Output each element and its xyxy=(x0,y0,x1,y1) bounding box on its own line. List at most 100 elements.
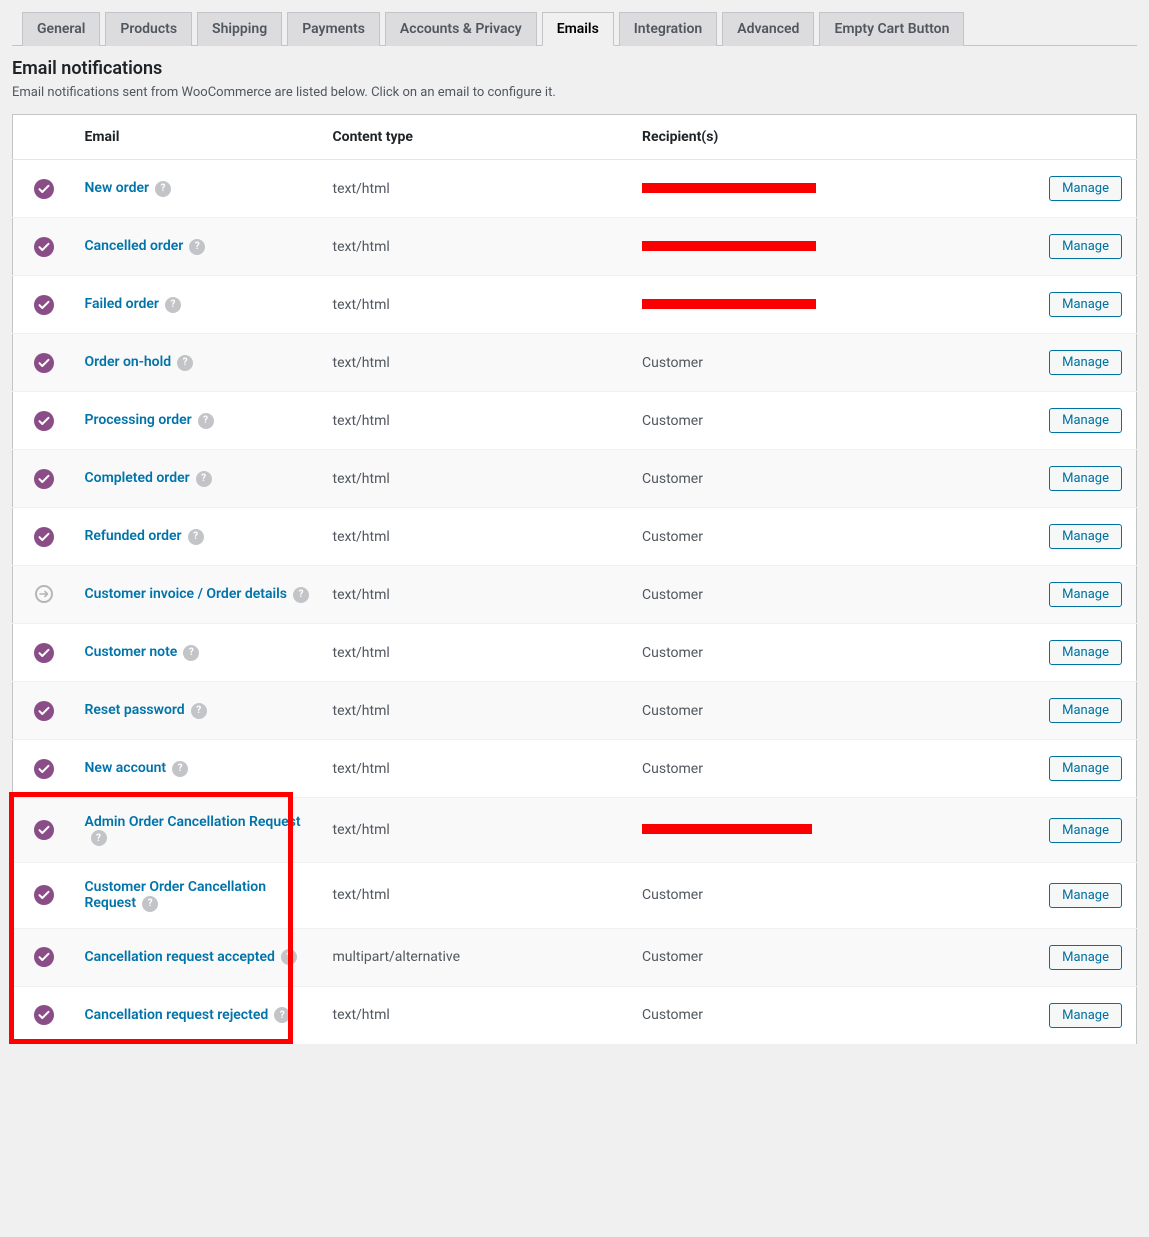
help-icon[interactable]: ? xyxy=(155,181,171,197)
email-link[interactable]: Completed order xyxy=(85,470,190,486)
status-enabled-icon xyxy=(34,885,54,905)
manage-button[interactable]: Manage xyxy=(1049,234,1122,259)
recipient-cell: Customer xyxy=(632,928,1039,986)
redacted-recipient xyxy=(642,824,812,834)
manage-button[interactable]: Manage xyxy=(1049,640,1122,665)
email-link[interactable]: Customer Order Cancellation Request xyxy=(85,879,267,911)
table-row: Customer Order Cancellation Request?text… xyxy=(13,863,1137,928)
status-enabled-icon xyxy=(34,179,54,199)
email-link[interactable]: Processing order xyxy=(85,412,192,428)
email-link[interactable]: Reset password xyxy=(85,702,185,718)
content-type-cell: text/html xyxy=(323,160,633,218)
tab-advanced[interactable]: Advanced xyxy=(722,12,814,46)
table-row: New order? text/html Manage xyxy=(13,160,1137,218)
manage-button[interactable]: Manage xyxy=(1049,818,1122,843)
email-link[interactable]: New account xyxy=(85,760,167,776)
section-title: Email notifications xyxy=(12,58,1137,79)
email-link[interactable]: Customer note xyxy=(85,644,178,660)
manage-button[interactable]: Manage xyxy=(1049,945,1122,970)
help-icon[interactable]: ? xyxy=(198,413,214,429)
tab-integration[interactable]: Integration xyxy=(619,12,717,46)
tab-products[interactable]: Products xyxy=(105,12,192,46)
help-icon[interactable]: ? xyxy=(91,830,107,846)
content-type-cell: text/html xyxy=(323,624,633,682)
manage-button[interactable]: Manage xyxy=(1049,883,1122,908)
col-status xyxy=(13,115,75,160)
content-type-cell: text/html xyxy=(323,986,633,1044)
manage-button[interactable]: Manage xyxy=(1049,698,1122,723)
table-row: Completed order?text/htmlCustomerManage xyxy=(13,450,1137,508)
recipient-cell xyxy=(632,798,1039,863)
manage-button[interactable]: Manage xyxy=(1049,350,1122,375)
col-content-type: Content type xyxy=(323,115,633,160)
manage-button[interactable]: Manage xyxy=(1049,756,1122,781)
manage-button[interactable]: Manage xyxy=(1049,582,1122,607)
status-enabled-icon xyxy=(34,353,54,373)
email-link[interactable]: Order on-hold xyxy=(85,354,172,370)
status-enabled-icon xyxy=(34,469,54,489)
table-row: Cancellation request accepted? multipart/… xyxy=(13,928,1137,986)
content-type-cell: text/html xyxy=(323,798,633,863)
col-action xyxy=(1039,115,1136,160)
status-enabled-icon xyxy=(34,1005,54,1025)
manage-button[interactable]: Manage xyxy=(1049,408,1122,433)
col-recipients: Recipient(s) xyxy=(632,115,1039,160)
table-row: Reset password?text/htmlCustomerManage xyxy=(13,682,1137,740)
recipient-cell: Customer xyxy=(632,334,1039,392)
status-enabled-icon xyxy=(34,237,54,257)
manage-button[interactable]: Manage xyxy=(1049,292,1122,317)
table-row: Failed order?text/htmlManage xyxy=(13,276,1137,334)
settings-tabs: GeneralProductsShippingPaymentsAccounts … xyxy=(12,12,1137,46)
help-icon[interactable]: ? xyxy=(188,529,204,545)
recipient-cell: Customer xyxy=(632,740,1039,798)
help-icon[interactable]: ? xyxy=(177,355,193,371)
status-enabled-icon xyxy=(34,643,54,663)
tab-shipping[interactable]: Shipping xyxy=(197,12,282,46)
email-link[interactable]: Cancellation request rejected xyxy=(85,1007,269,1023)
help-icon[interactable]: ? xyxy=(281,949,297,965)
status-enabled-icon xyxy=(34,759,54,779)
help-icon[interactable]: ? xyxy=(165,297,181,313)
table-row: Processing order?text/htmlCustomerManage xyxy=(13,392,1137,450)
help-icon[interactable]: ? xyxy=(189,239,205,255)
table-row: Cancelled order?text/htmlManage xyxy=(13,218,1137,276)
help-icon[interactable]: ? xyxy=(191,703,207,719)
redacted-recipient xyxy=(642,299,816,309)
help-icon[interactable]: ? xyxy=(293,587,309,603)
content-type-cell: text/html xyxy=(323,566,633,624)
help-icon[interactable]: ? xyxy=(196,471,212,487)
email-link[interactable]: Refunded order xyxy=(85,528,182,544)
email-link[interactable]: Cancelled order xyxy=(85,238,184,254)
recipient-cell: Customer xyxy=(632,392,1039,450)
col-email: Email xyxy=(75,115,323,160)
manage-button[interactable]: Manage xyxy=(1049,176,1122,201)
manage-button[interactable]: Manage xyxy=(1049,1003,1122,1028)
help-icon[interactable]: ? xyxy=(183,645,199,661)
manage-button[interactable]: Manage xyxy=(1049,524,1122,549)
tab-accounts-privacy[interactable]: Accounts & Privacy xyxy=(385,12,537,46)
redacted-recipient xyxy=(642,241,816,251)
email-link[interactable]: Failed order xyxy=(85,296,159,312)
help-icon[interactable]: ? xyxy=(142,896,158,912)
email-link[interactable]: Admin Order Cancellation Request xyxy=(85,814,301,830)
table-row: Cancellation request rejected?text/htmlC… xyxy=(13,986,1137,1044)
email-link[interactable]: Cancellation request accepted xyxy=(85,949,275,965)
tab-payments[interactable]: Payments xyxy=(287,12,380,46)
content-type-cell: text/html xyxy=(323,508,633,566)
email-link[interactable]: New order xyxy=(85,180,150,196)
recipient-cell: Customer xyxy=(632,863,1039,928)
recipient-cell xyxy=(632,276,1039,334)
recipient-cell xyxy=(632,218,1039,276)
recipient-cell: Customer xyxy=(632,566,1039,624)
help-icon[interactable]: ? xyxy=(172,761,188,777)
tab-general[interactable]: General xyxy=(22,12,100,46)
help-icon[interactable]: ? xyxy=(274,1007,290,1023)
content-type-cell: multipart/alternative xyxy=(323,928,633,986)
status-enabled-icon xyxy=(34,820,54,840)
tab-emails[interactable]: Emails xyxy=(542,12,614,46)
manage-button[interactable]: Manage xyxy=(1049,466,1122,491)
email-link[interactable]: Customer invoice / Order details xyxy=(85,586,287,602)
table-row: Order on-hold?text/htmlCustomerManage xyxy=(13,334,1137,392)
table-row: New account?text/htmlCustomerManage xyxy=(13,740,1137,798)
tab-empty-cart-button[interactable]: Empty Cart Button xyxy=(819,12,964,46)
